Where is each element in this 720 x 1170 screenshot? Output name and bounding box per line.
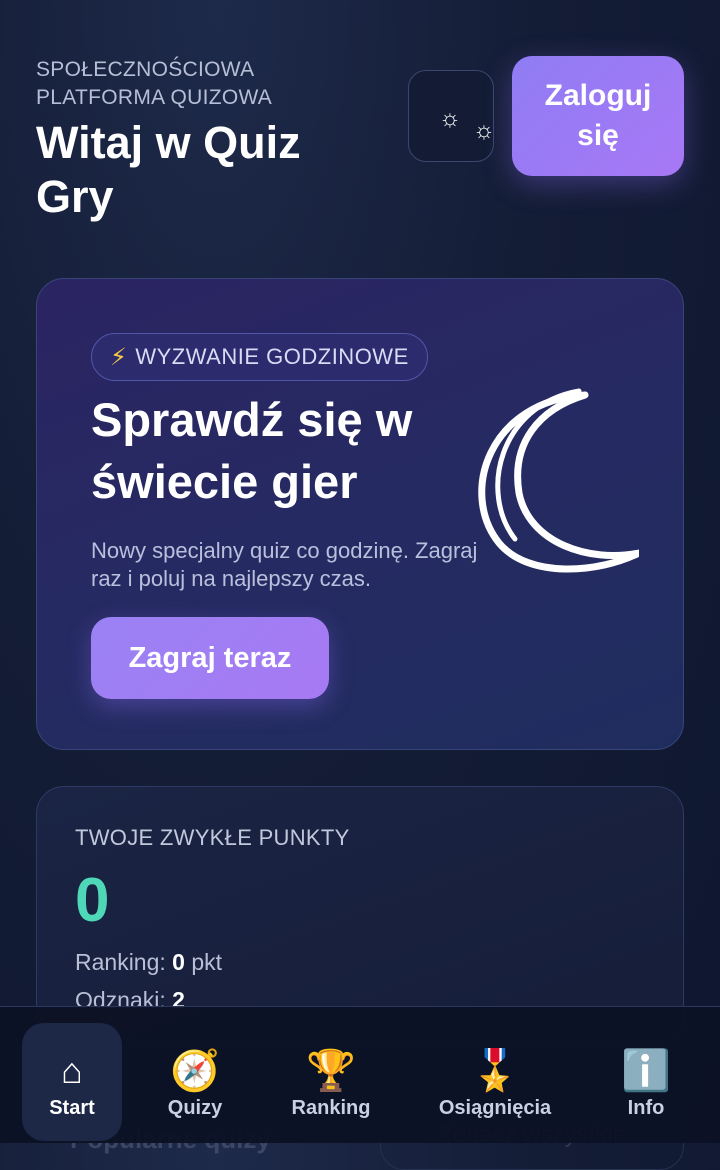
challenge-description: Nowy specjalny quiz co godzinę. Zagraj r…	[91, 538, 478, 591]
compass-icon: 🧭	[170, 1049, 220, 1093]
hourly-challenge-card: ⚡ WYZWANIE GODZINOWE Sprawdź się w świec…	[36, 278, 684, 750]
page-title: Witaj w Quiz Gry	[36, 117, 301, 222]
nav-label-ranking: Ranking	[291, 1097, 371, 1119]
theme-toggle-button[interactable]: ☼ ☼	[408, 70, 495, 162]
nav-label-start: Start	[49, 1097, 95, 1119]
bottom-navigation: ⌂ Start 🧭 Quizy 🏆 Ranking 🎖️ Osiągnięcia…	[0, 1006, 720, 1143]
ranking-label: Ranking:	[75, 949, 166, 975]
ranking-value: 0	[172, 949, 185, 975]
login-label: Zaloguj się	[544, 79, 652, 152]
ranking-unit: pkt	[191, 949, 223, 975]
play-now-button[interactable]: Zagraj teraz	[91, 617, 329, 699]
points-label: TWOJE ZWYKŁE PUNKTY	[75, 825, 350, 850]
ranking-line: Ranking: 0 pkt	[75, 949, 222, 976]
nav-item-ranking[interactable]: 🏆 Ranking	[276, 1023, 386, 1141]
points-value: 0	[75, 866, 110, 935]
crescent-moon-icon	[478, 388, 639, 573]
challenge-badge: ⚡ WYZWANIE GODZINOWE	[91, 333, 428, 381]
nav-item-quizy[interactable]: 🧭 Quizy	[150, 1023, 240, 1141]
medal-icon: 🎖️	[470, 1049, 520, 1093]
sun-icon-small: ☼	[473, 117, 495, 144]
page-header: SPOŁECZNOŚCIOWA PLATFORMA QUIZOWA Witaj …	[36, 56, 356, 224]
platform-eyebrow: SPOŁECZNOŚCIOWA PLATFORMA QUIZOWA	[36, 58, 273, 109]
badge-label: WYZWANIE GODZINOWE	[135, 344, 409, 369]
nav-label-achievements: Osiągnięcia	[438, 1097, 552, 1119]
nav-item-achievements[interactable]: 🎖️ Osiągnięcia	[420, 1023, 570, 1141]
info-icon: ℹ️	[621, 1049, 671, 1093]
nav-item-start[interactable]: ⌂ Start	[22, 1023, 122, 1141]
challenge-heading: Sprawdź się w świecie gier	[91, 393, 413, 508]
sun-icon: ☼	[439, 105, 461, 132]
trophy-icon: 🏆	[306, 1049, 356, 1093]
nav-label-info: Info	[627, 1097, 665, 1119]
lightning-icon: ⚡	[110, 343, 128, 371]
home-icon: ⌂	[61, 1050, 83, 1091]
nav-item-info[interactable]: ℹ️ Info	[606, 1023, 686, 1141]
login-button[interactable]: Zaloguj się	[512, 56, 684, 176]
nav-label-quizy: Quizy	[167, 1097, 223, 1119]
